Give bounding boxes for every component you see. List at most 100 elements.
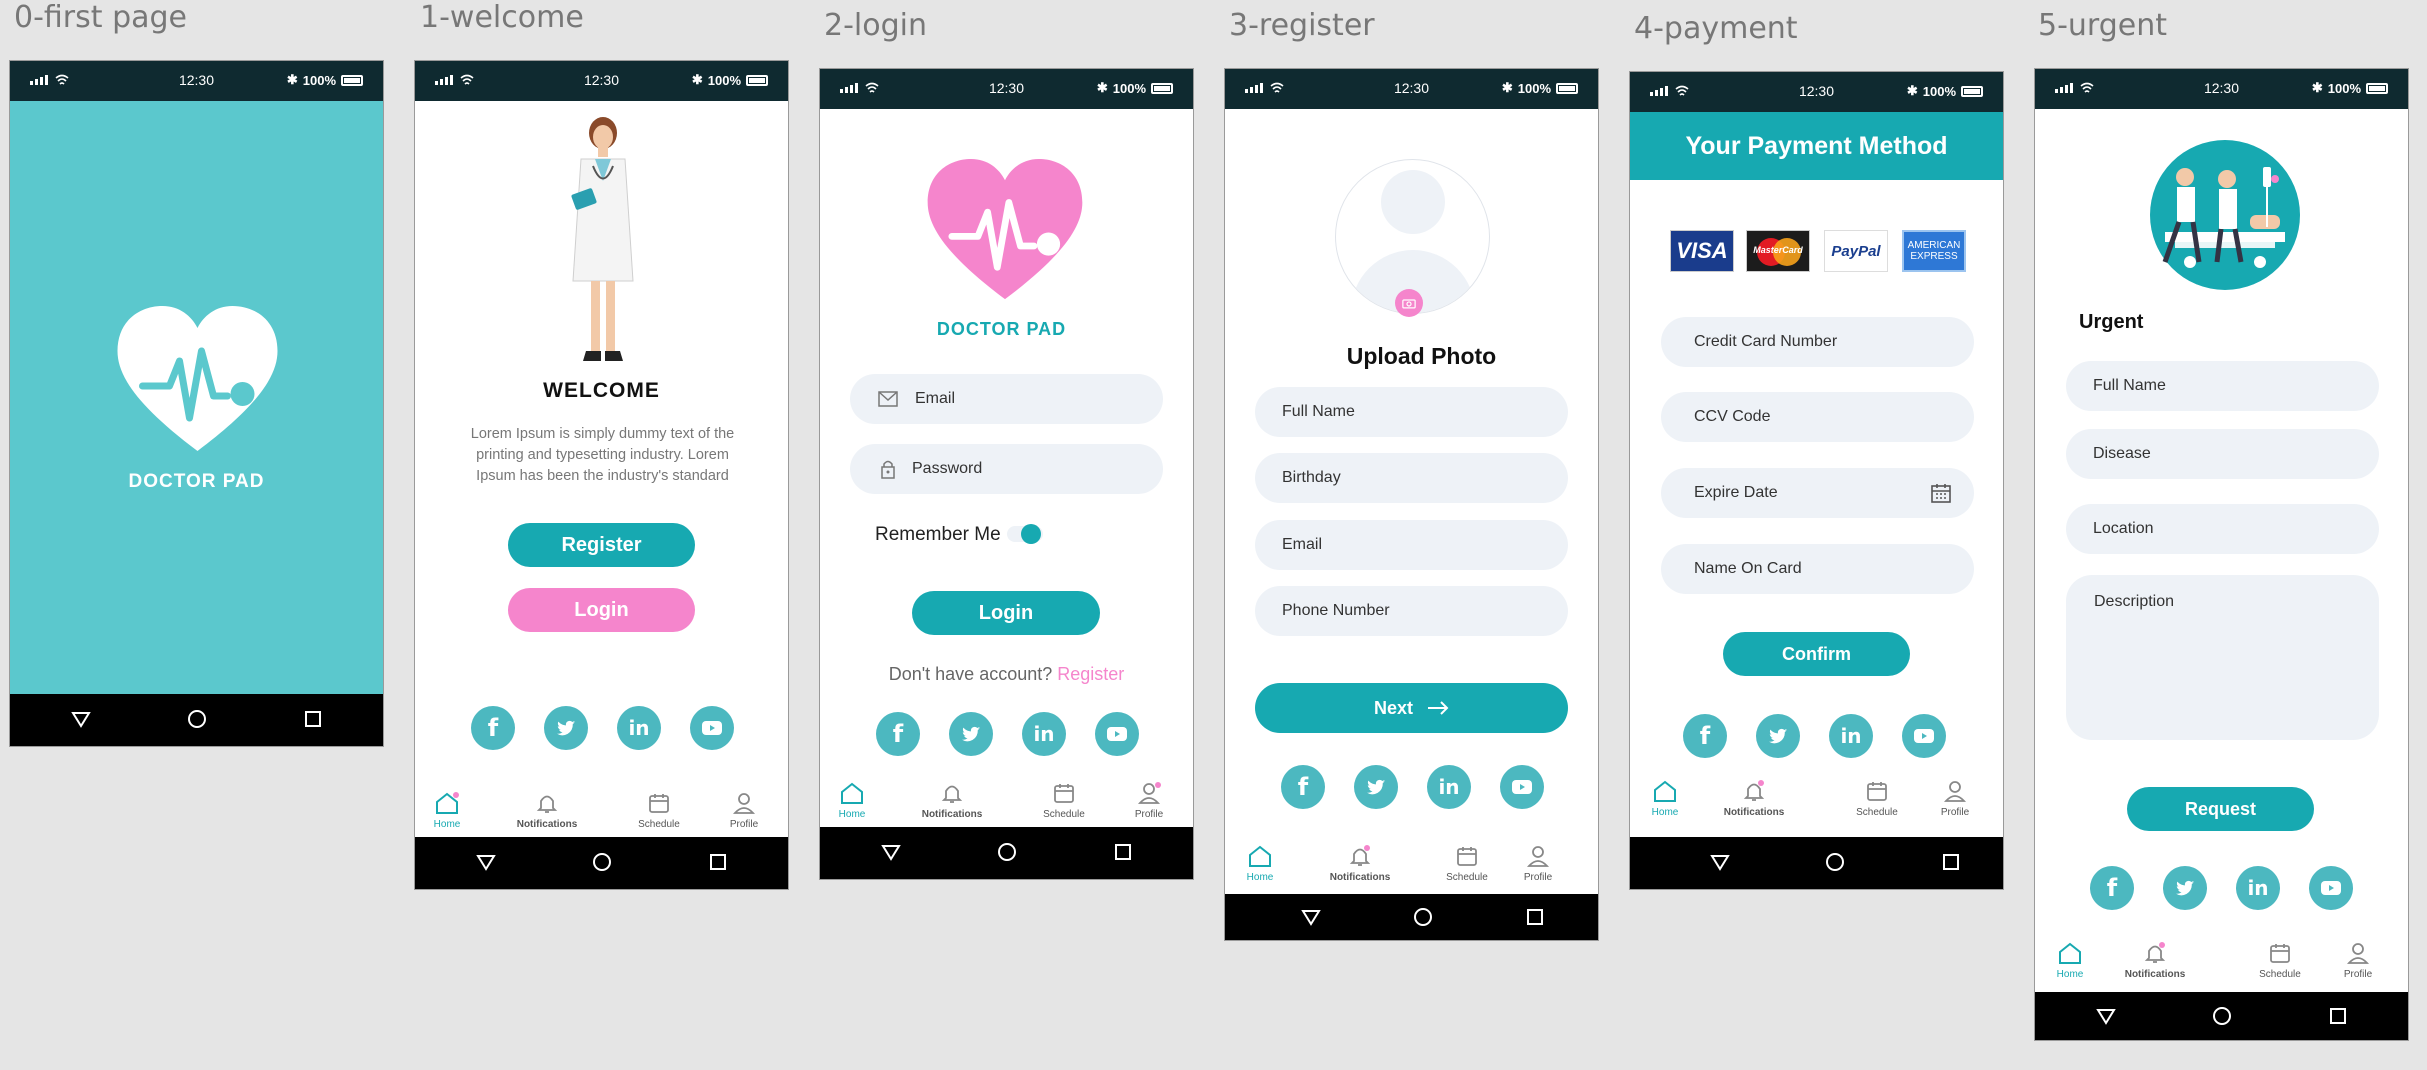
tab-profile[interactable]: Profile	[2318, 941, 2398, 980]
youtube-icon[interactable]	[1095, 712, 1139, 756]
ccv-code-field[interactable]: CCV Code	[1661, 392, 1974, 442]
youtube-icon[interactable]	[1902, 714, 1946, 758]
recents-icon[interactable]	[707, 851, 729, 873]
back-icon[interactable]	[475, 851, 497, 873]
tab-notifications[interactable]: Notifications	[912, 781, 992, 820]
location-field[interactable]: Location	[2066, 504, 2379, 554]
twitter-icon[interactable]	[2163, 866, 2207, 910]
android-nav-bar	[1225, 894, 1598, 940]
credit-card-number-field[interactable]: Credit Card Number	[1661, 317, 1974, 367]
youtube-icon[interactable]	[690, 706, 734, 750]
back-icon[interactable]	[1300, 906, 1322, 928]
home-circle-icon[interactable]	[2211, 1005, 2233, 1027]
tab-schedule[interactable]: Schedule	[2240, 941, 2320, 980]
description-textarea[interactable]: Description	[2066, 575, 2379, 740]
home-circle-icon[interactable]	[186, 708, 208, 730]
back-icon[interactable]	[2095, 1005, 2117, 1027]
recents-icon[interactable]	[1112, 841, 1134, 863]
home-circle-icon[interactable]	[1824, 851, 1846, 873]
twitter-icon[interactable]	[1354, 765, 1398, 809]
recents-icon[interactable]	[302, 708, 324, 730]
description-placeholder: Description	[2094, 593, 2175, 610]
tab-schedule[interactable]: Schedule	[619, 791, 699, 830]
full-name-field[interactable]: Full Name	[1255, 387, 1568, 437]
battery-icon	[1961, 85, 1983, 97]
paypal-logo[interactable]: PayPal	[1824, 230, 1888, 272]
linkedin-icon[interactable]: in	[617, 706, 661, 750]
home-circle-icon[interactable]	[1412, 906, 1434, 928]
linkedin-icon[interactable]: in	[1427, 765, 1471, 809]
tab-schedule[interactable]: Schedule	[1427, 844, 1507, 883]
twitter-icon[interactable]	[949, 712, 993, 756]
remember-me-toggle[interactable]	[1007, 524, 1043, 544]
tab-profile[interactable]: Profile	[704, 791, 784, 830]
full-name-field[interactable]: Full Name	[2066, 361, 2379, 411]
calendar-icon[interactable]	[1930, 482, 1952, 504]
login-button[interactable]: Login	[508, 588, 695, 632]
back-icon[interactable]	[880, 841, 902, 863]
status-bar: 12:30 ✱ 100%	[10, 61, 383, 101]
facebook-icon[interactable]: f	[1683, 714, 1727, 758]
twitter-icon[interactable]	[544, 706, 588, 750]
phone-number-field[interactable]: Phone Number	[1255, 586, 1568, 636]
amex-logo[interactable]: AMERICAN EXPRESS	[1902, 230, 1966, 272]
calendar-icon	[649, 794, 669, 813]
facebook-icon[interactable]: f	[876, 712, 920, 756]
recents-icon[interactable]	[1940, 851, 1962, 873]
recents-icon[interactable]	[2327, 1005, 2349, 1027]
linkedin-icon[interactable]: in	[1022, 712, 1066, 756]
email-field[interactable]: Email	[850, 374, 1163, 424]
battery-percent: 100%	[2327, 80, 2361, 96]
facebook-icon[interactable]: f	[471, 706, 515, 750]
camera-icon[interactable]	[1395, 289, 1423, 317]
tab-notifications[interactable]: Notifications	[1320, 844, 1400, 883]
frame-label-payment: 4-payment	[1634, 11, 1798, 46]
toggle-knob	[1021, 524, 1041, 544]
back-icon[interactable]	[70, 708, 92, 730]
disease-field[interactable]: Disease	[2066, 429, 2379, 479]
tab-profile[interactable]: Profile	[1498, 844, 1578, 883]
youtube-icon[interactable]	[2309, 866, 2353, 910]
tab-home[interactable]: Home	[1225, 844, 1300, 883]
email-field[interactable]: Email	[1255, 520, 1568, 570]
tab-home[interactable]: Home	[2035, 941, 2110, 980]
bluetooth-icon: ✱	[1501, 80, 1513, 95]
user-icon	[732, 793, 756, 814]
register-button[interactable]: Register	[508, 523, 695, 567]
visa-logo[interactable]: VISA	[1670, 230, 1734, 272]
remember-me-label: Remember Me	[875, 524, 1001, 545]
email-placeholder: Email	[915, 390, 956, 407]
youtube-icon[interactable]	[1500, 765, 1544, 809]
android-nav-bar	[820, 827, 1193, 879]
linkedin-icon[interactable]: in	[2236, 866, 2280, 910]
request-button[interactable]: Request	[2127, 787, 2314, 831]
next-button[interactable]: Next	[1255, 683, 1568, 733]
tab-home[interactable]: Home	[820, 781, 892, 820]
password-field[interactable]: Password	[850, 444, 1163, 494]
tab-schedule[interactable]: Schedule	[1837, 779, 1917, 818]
mastercard-logo[interactable]: MasterCard	[1746, 230, 1810, 272]
tab-schedule[interactable]: Schedule	[1024, 781, 1104, 820]
confirm-button[interactable]: Confirm	[1723, 632, 1910, 676]
name-on-card-field[interactable]: Name On Card	[1661, 544, 1974, 594]
tab-notifications[interactable]: Notifications	[2115, 941, 2195, 980]
tab-profile[interactable]: Profile	[1109, 781, 1189, 820]
tab-home[interactable]: Home	[1630, 779, 1705, 818]
register-link[interactable]: Register	[1057, 664, 1124, 684]
facebook-icon[interactable]: f	[2090, 866, 2134, 910]
home-circle-icon[interactable]	[591, 851, 613, 873]
tab-notifications[interactable]: Notifications	[507, 791, 587, 830]
birthday-field[interactable]: Birthday	[1255, 453, 1568, 503]
tab-notifications[interactable]: Notifications	[1714, 779, 1794, 818]
emergency-illustration	[2150, 140, 2300, 290]
tab-home[interactable]: Home	[415, 791, 487, 830]
twitter-icon[interactable]	[1756, 714, 1800, 758]
linkedin-icon[interactable]: in	[1829, 714, 1873, 758]
tab-profile[interactable]: Profile	[1915, 779, 1995, 818]
back-icon[interactable]	[1709, 851, 1731, 873]
home-circle-icon[interactable]	[996, 841, 1018, 863]
login-button[interactable]: Login	[912, 591, 1100, 635]
recents-icon[interactable]	[1524, 906, 1546, 928]
facebook-icon[interactable]: f	[1281, 765, 1325, 809]
expire-date-field[interactable]: Expire Date	[1661, 468, 1974, 518]
